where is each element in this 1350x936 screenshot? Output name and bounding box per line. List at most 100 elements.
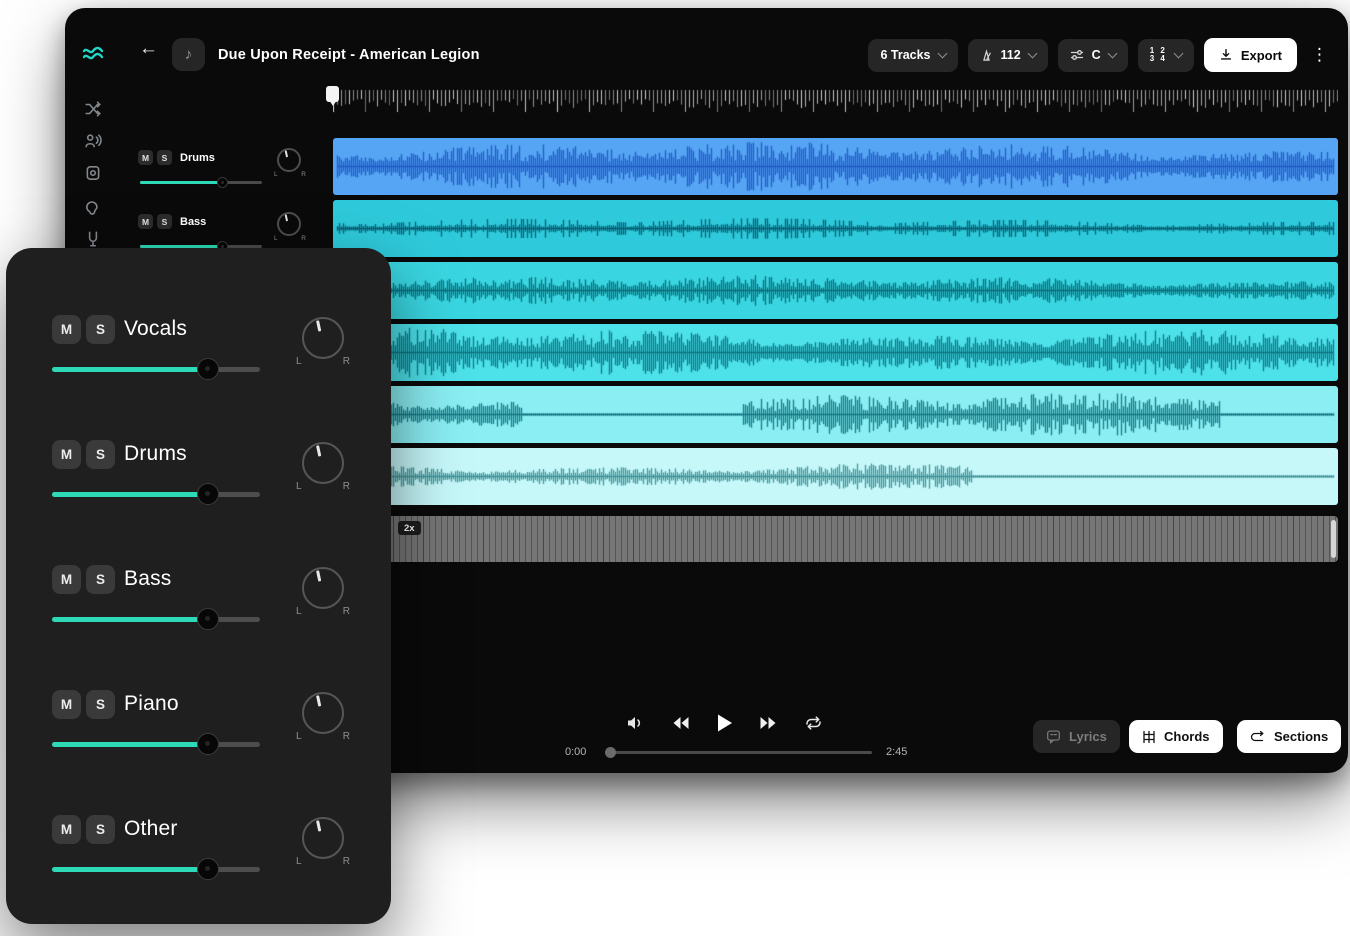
pan-knob[interactable]: L R [298,692,348,742]
tuner-icon[interactable] [84,230,102,248]
mixer-track-row: M S Other L R [52,815,362,907]
fast-forward-icon[interactable] [759,715,779,731]
overview-scroll-handle[interactable] [1331,520,1336,558]
total-time: 2:45 [886,746,914,758]
voice-icon[interactable] [84,132,102,150]
track-name: Bass [124,567,172,591]
chevron-down-icon [1027,48,1037,58]
back-button[interactable]: ← [139,38,158,60]
song-title: Due Upon Receipt - American Legion [218,47,480,63]
seek-bar[interactable] [607,746,872,758]
playhead-marker[interactable] [326,86,339,102]
volume-slider[interactable] [52,858,260,880]
solo-button[interactable]: S [86,440,115,469]
export-button[interactable]: Export [1204,38,1297,72]
pan-right-label: R [343,606,350,617]
waveform-lane[interactable] [333,386,1338,443]
time-signature-dropdown[interactable]: 1 2 3 4 [1138,39,1194,72]
track-name: Drums [180,152,215,164]
volume-slider[interactable] [140,174,262,190]
chevron-down-icon [1107,48,1117,58]
bpm-value: 112 [1001,48,1021,62]
pan-knob[interactable]: L R [298,567,348,617]
track-name: Bass [180,216,206,228]
volume-slider[interactable] [52,483,260,505]
metronome-icon[interactable] [84,164,102,182]
waveform-lane[interactable] [333,448,1338,505]
mute-button[interactable]: M [52,315,81,344]
mixer-track-row: M S Piano L R [52,690,362,782]
lyrics-icon [1046,729,1061,744]
volume-icon[interactable] [625,714,645,732]
rewind-icon[interactable] [670,715,690,731]
waveform-lane[interactable] [333,138,1338,195]
slider-handle[interactable] [197,608,219,630]
sections-icon [1250,730,1266,744]
track-row: M S Drums L R [138,150,370,208]
tracks-dropdown-label: 6 Tracks [880,48,930,62]
pan-right-label: R [343,731,350,742]
mute-button[interactable]: M [52,690,81,719]
volume-slider[interactable] [52,608,260,630]
current-time: 0:00 [565,746,593,758]
pan-knob[interactable]: L R [298,817,348,867]
zoom-level-badge: 2x [398,521,421,535]
play-button[interactable] [715,713,734,733]
waveform-lane[interactable] [333,324,1338,381]
tracks-dropdown[interactable]: 6 Tracks [868,39,957,72]
solo-button[interactable]: S [86,565,115,594]
mute-button[interactable]: M [52,565,81,594]
pan-knob[interactable]: L R [298,317,348,367]
song-overview-strip[interactable]: 2x [333,516,1338,562]
app-logo[interactable] [81,42,105,66]
split-tracks-icon[interactable] [84,100,102,118]
slider-handle[interactable] [197,858,219,880]
pan-right-label: R [301,171,306,178]
pan-knob[interactable]: L R [274,148,306,180]
slider-handle[interactable] [197,358,219,380]
slider-handle[interactable] [197,733,219,755]
solo-button[interactable]: S [157,214,172,229]
pan-knob[interactable]: L R [298,442,348,492]
volume-slider[interactable] [52,733,260,755]
slider-handle[interactable] [197,483,219,505]
key-value: C [1092,48,1101,62]
more-options-button[interactable]: ⋮ [1307,45,1332,65]
solo-button[interactable]: S [86,815,115,844]
chords-button[interactable]: Chords [1129,720,1223,753]
mute-button[interactable]: M [52,815,81,844]
download-icon [1219,48,1233,62]
solo-button[interactable]: S [86,315,115,344]
lyrics-label: Lyrics [1069,729,1107,744]
timeline-ruler[interactable] [333,88,1338,115]
pan-right-label: R [343,481,350,492]
music-note-icon: ♪ [185,46,193,63]
track-name: Vocals [124,317,187,341]
pan-left-label: L [296,606,302,617]
waveform-lane[interactable] [333,200,1338,257]
track-name: Drums [124,442,187,466]
mixer-panel: M S Vocals L R M S Drums L R [6,248,391,924]
slider-handle[interactable] [217,177,228,188]
pan-left-label: L [296,856,302,867]
loop-icon[interactable] [804,714,823,732]
ear-icon[interactable] [84,197,102,215]
mixer-track-row: M S Bass L R [52,565,362,657]
solo-button[interactable]: S [157,150,172,165]
track-name: Other [124,817,178,841]
pan-right-label: R [343,856,350,867]
volume-slider[interactable] [52,358,260,380]
seek-handle[interactable] [605,747,616,758]
mute-button[interactable]: M [138,150,153,165]
mixer-track-row: M S Vocals L R [52,315,362,407]
lyrics-button[interactable]: Lyrics [1033,720,1120,753]
mute-button[interactable]: M [138,214,153,229]
solo-button[interactable]: S [86,690,115,719]
mute-button[interactable]: M [52,440,81,469]
transport-controls [625,706,823,740]
pan-knob[interactable]: L R [274,212,306,244]
key-dropdown[interactable]: C [1058,39,1128,72]
waveform-lane[interactable] [333,262,1338,319]
bpm-dropdown[interactable]: 112 [968,39,1048,72]
sections-button[interactable]: Sections [1237,720,1341,753]
